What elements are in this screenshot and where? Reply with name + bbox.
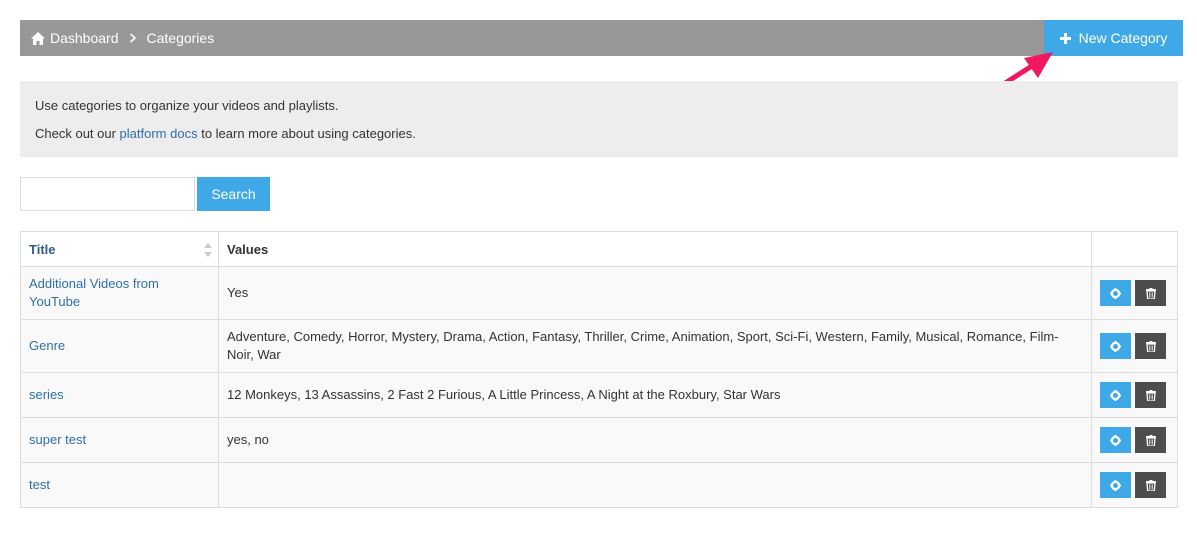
plus-icon <box>1059 32 1071 44</box>
category-link[interactable]: super test <box>29 432 86 447</box>
gear-icon <box>1110 287 1121 299</box>
column-header-title[interactable]: Title <box>20 231 219 267</box>
edit-button[interactable] <box>1100 427 1131 453</box>
gear-icon <box>1110 479 1121 491</box>
row-actions-cell <box>1091 462 1178 508</box>
breadcrumb: Dashboard Categories <box>31 20 214 56</box>
chevron-right-icon <box>129 33 136 43</box>
row-title-cell: series <box>20 372 219 418</box>
table-row: super test yes, no <box>20 417 1178 463</box>
trash-icon <box>1145 434 1156 446</box>
info-panel: Use categories to organize your videos a… <box>20 81 1178 157</box>
row-actions-cell <box>1091 266 1178 320</box>
new-category-label: New Category <box>1078 30 1168 46</box>
category-link[interactable]: series <box>29 387 64 402</box>
gear-icon <box>1110 434 1121 446</box>
breadcrumb-dashboard[interactable]: Dashboard <box>50 30 119 46</box>
categories-table: Title Values Additional Videos from YouT… <box>20 231 1178 508</box>
edit-button[interactable] <box>1100 382 1131 408</box>
table-row: series 12 Monkeys, 13 Assassins, 2 Fast … <box>20 372 1178 418</box>
row-values-cell: Yes <box>218 266 1092 320</box>
info-text-prefix: Check out our <box>35 126 120 141</box>
delete-button[interactable] <box>1135 333 1166 359</box>
trash-icon <box>1145 479 1156 491</box>
edit-button[interactable] <box>1100 333 1131 359</box>
row-actions-cell <box>1091 319 1178 373</box>
gear-icon <box>1110 340 1121 352</box>
column-header-values: Values <box>218 231 1092 267</box>
info-text-suffix: to learn more about using categories. <box>197 126 416 141</box>
row-title-cell: Additional Videos from YouTube <box>20 266 219 320</box>
category-link[interactable]: Additional Videos from YouTube <box>29 276 159 309</box>
row-actions-cell <box>1091 417 1178 463</box>
search-input[interactable] <box>20 177 195 211</box>
delete-button[interactable] <box>1135 280 1166 306</box>
delete-button[interactable] <box>1135 427 1166 453</box>
column-header-actions <box>1091 231 1178 267</box>
info-text-1: Use categories to organize your videos a… <box>35 98 339 113</box>
table-row: Additional Videos from YouTube Yes <box>20 266 1178 320</box>
category-link[interactable]: test <box>29 477 50 492</box>
trash-icon <box>1145 389 1156 401</box>
home-icon <box>31 31 45 45</box>
row-actions-cell <box>1091 372 1178 418</box>
search-button[interactable]: Search <box>197 177 270 211</box>
row-values-cell: 12 Monkeys, 13 Assassins, 2 Fast 2 Furio… <box>218 372 1092 418</box>
row-values-cell: yes, no <box>218 417 1092 463</box>
edit-button[interactable] <box>1100 280 1131 306</box>
new-category-button[interactable]: New Category <box>1044 20 1183 56</box>
row-title-cell: super test <box>20 417 219 463</box>
category-link[interactable]: Genre <box>29 338 65 353</box>
column-title-label: Title <box>29 241 56 257</box>
table-header-row: Title Values <box>20 231 1178 267</box>
breadcrumb-categories: Categories <box>146 30 215 46</box>
table-row: test <box>20 462 1178 508</box>
platform-docs-link[interactable]: platform docs <box>120 126 198 141</box>
trash-icon <box>1145 287 1156 299</box>
row-values-cell: Adventure, Comedy, Horror, Mystery, Dram… <box>218 319 1092 373</box>
row-title-cell: test <box>20 462 219 508</box>
delete-button[interactable] <box>1135 382 1166 408</box>
delete-button[interactable] <box>1135 472 1166 498</box>
table-row: Genre Adventure, Comedy, Horror, Mystery… <box>20 319 1178 373</box>
info-text-2: Check out our platform docs to learn mor… <box>35 120 1163 148</box>
row-values-cell <box>218 462 1092 508</box>
sort-icon[interactable] <box>204 243 212 257</box>
row-title-cell: Genre <box>20 319 219 373</box>
edit-button[interactable] <box>1100 472 1131 498</box>
gear-icon <box>1110 389 1121 401</box>
trash-icon <box>1145 340 1156 352</box>
